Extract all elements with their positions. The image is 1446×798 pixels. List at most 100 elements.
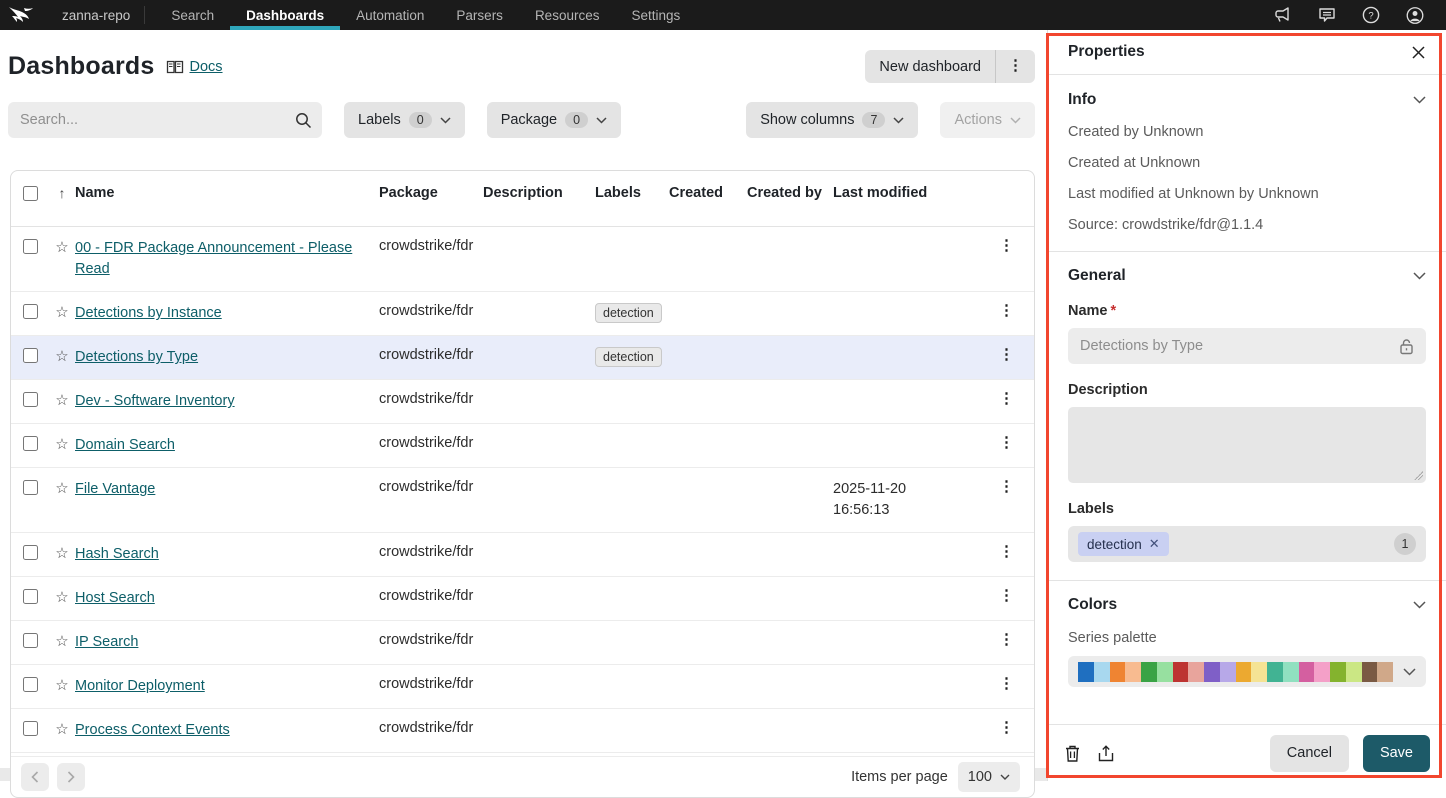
dashboard-name-link[interactable]: Hash Search — [75, 546, 159, 562]
row-kebab-icon[interactable]: ⋮ — [999, 303, 1014, 320]
row-checkbox[interactable] — [23, 589, 38, 604]
items-per-page-select[interactable]: 100 — [958, 762, 1020, 792]
labels-field[interactable]: detection ✕ 1 — [1068, 526, 1426, 562]
row-checkbox[interactable] — [23, 239, 38, 254]
dashboard-name-link[interactable]: Host Search — [75, 590, 155, 606]
favorite-star-icon[interactable]: ☆ — [49, 632, 75, 650]
dashboard-name-link[interactable]: Dev - Software Inventory — [75, 393, 235, 409]
crowdstrike-logo[interactable] — [0, 0, 48, 30]
favorite-star-icon[interactable]: ☆ — [49, 347, 75, 365]
favorite-star-icon[interactable]: ☆ — [49, 588, 75, 606]
colors-section-header[interactable]: Colors — [1068, 596, 1426, 614]
name-field[interactable]: Detections by Type — [1068, 328, 1426, 364]
account-icon[interactable] — [1406, 6, 1424, 24]
row-checkbox[interactable] — [23, 633, 38, 648]
favorite-star-icon[interactable]: ☆ — [49, 676, 75, 694]
dashboard-name-link[interactable]: Detections by Instance — [75, 305, 222, 321]
dashboard-name-link[interactable]: 00 - FDR Package Announcement - Please R… — [75, 240, 352, 277]
help-icon[interactable]: ? — [1362, 6, 1380, 24]
column-header-last-modified[interactable]: Last modified — [833, 185, 943, 201]
package-filter-button[interactable]: Package 0 — [487, 102, 621, 138]
dashboard-name-link[interactable]: Process Context Events — [75, 722, 230, 738]
export-icon[interactable] — [1097, 744, 1115, 763]
search-icon[interactable] — [295, 112, 312, 129]
kebab-icon: ⋮ — [1008, 58, 1023, 75]
close-icon[interactable] — [1411, 45, 1426, 60]
docs-link[interactable]: Docs — [166, 59, 222, 75]
required-asterisk: * — [1111, 303, 1117, 319]
nav-item-dashboards[interactable]: Dashboards — [230, 0, 340, 30]
row-checkbox[interactable] — [23, 304, 38, 319]
row-kebab-icon[interactable]: ⋮ — [999, 347, 1014, 364]
column-header-created-by[interactable]: Created by — [747, 185, 833, 201]
nav-item-resources[interactable]: Resources — [519, 0, 616, 30]
nav-item-automation[interactable]: Automation — [340, 0, 440, 30]
labels-filter-button[interactable]: Labels 0 — [344, 102, 465, 138]
info-section-header[interactable]: Info — [1068, 91, 1426, 109]
favorite-star-icon[interactable]: ☆ — [49, 720, 75, 738]
chevron-down-icon[interactable] — [1413, 272, 1426, 280]
favorite-star-icon[interactable]: ☆ — [49, 303, 75, 321]
row-kebab-icon[interactable]: ⋮ — [999, 479, 1014, 496]
row-kebab-icon[interactable]: ⋮ — [999, 588, 1014, 605]
show-columns-button[interactable]: Show columns 7 — [746, 102, 918, 138]
favorite-star-icon[interactable]: ☆ — [49, 238, 75, 256]
column-header-labels[interactable]: Labels — [595, 185, 669, 201]
general-section-header[interactable]: General — [1068, 267, 1426, 285]
label-badge: detection — [595, 303, 662, 323]
search-input[interactable] — [20, 112, 295, 128]
repo-name[interactable]: zanna-repo — [48, 0, 144, 30]
row-checkbox[interactable] — [23, 677, 38, 692]
row-kebab-icon[interactable]: ⋮ — [999, 720, 1014, 737]
save-button[interactable]: Save — [1363, 735, 1430, 772]
next-page-button[interactable] — [57, 763, 85, 791]
favorite-star-icon[interactable]: ☆ — [49, 435, 75, 453]
row-kebab-icon[interactable]: ⋮ — [999, 238, 1014, 255]
description-textarea[interactable] — [1068, 407, 1426, 483]
resize-handle[interactable] — [1414, 471, 1423, 480]
remove-label-icon[interactable]: ✕ — [1149, 536, 1160, 552]
dashboard-name-link[interactable]: File Vantage — [75, 481, 155, 497]
feedback-icon[interactable] — [1318, 6, 1336, 24]
row-menu-cell: ⋮ — [943, 676, 1034, 693]
dashboard-name-link[interactable]: Monitor Deployment — [75, 678, 205, 694]
row-checkbox[interactable] — [23, 348, 38, 363]
sort-ascending-icon[interactable]: ↑ — [49, 185, 75, 201]
row-checkbox[interactable] — [23, 392, 38, 407]
new-dashboard-button[interactable]: New dashboard — [865, 50, 995, 83]
chevron-down-icon[interactable] — [1413, 601, 1426, 609]
chevron-down-icon[interactable] — [1413, 96, 1426, 104]
favorite-star-icon[interactable]: ☆ — [49, 391, 75, 409]
column-header-description[interactable]: Description — [483, 185, 595, 201]
row-checkbox[interactable] — [23, 436, 38, 451]
row-checkbox[interactable] — [23, 480, 38, 495]
row-kebab-icon[interactable]: ⋮ — [999, 391, 1014, 408]
table-body: ☆00 - FDR Package Announcement - Please … — [11, 227, 1034, 756]
series-palette-select[interactable] — [1068, 656, 1426, 687]
previous-page-button[interactable] — [21, 763, 49, 791]
dashboard-name-link[interactable]: Detections by Type — [75, 349, 198, 365]
row-kebab-icon[interactable]: ⋮ — [999, 544, 1014, 561]
row-checkbox[interactable] — [23, 721, 38, 736]
column-header-package[interactable]: Package — [379, 185, 483, 201]
delete-icon[interactable] — [1064, 744, 1081, 763]
favorite-star-icon[interactable]: ☆ — [49, 544, 75, 562]
select-all-checkbox[interactable] — [23, 186, 38, 201]
actions-button[interactable]: Actions — [940, 102, 1035, 138]
nav-item-settings[interactable]: Settings — [615, 0, 696, 30]
new-dashboard-menu-button[interactable]: ⋮ — [995, 50, 1035, 83]
column-header-created[interactable]: Created — [669, 185, 747, 201]
row-checkbox[interactable] — [23, 545, 38, 560]
nav-item-search[interactable]: Search — [155, 0, 230, 30]
favorite-star-icon[interactable]: ☆ — [49, 479, 75, 497]
announcements-icon[interactable] — [1274, 6, 1292, 24]
dashboard-name-link[interactable]: Domain Search — [75, 437, 175, 453]
dashboard-name-link[interactable]: IP Search — [75, 634, 138, 650]
cancel-button[interactable]: Cancel — [1270, 735, 1349, 772]
column-header-name[interactable]: Name — [75, 185, 379, 201]
row-kebab-icon[interactable]: ⋮ — [999, 676, 1014, 693]
docs-link-label[interactable]: Docs — [189, 59, 222, 75]
row-kebab-icon[interactable]: ⋮ — [999, 435, 1014, 452]
row-kebab-icon[interactable]: ⋮ — [999, 632, 1014, 649]
nav-item-parsers[interactable]: Parsers — [440, 0, 519, 30]
